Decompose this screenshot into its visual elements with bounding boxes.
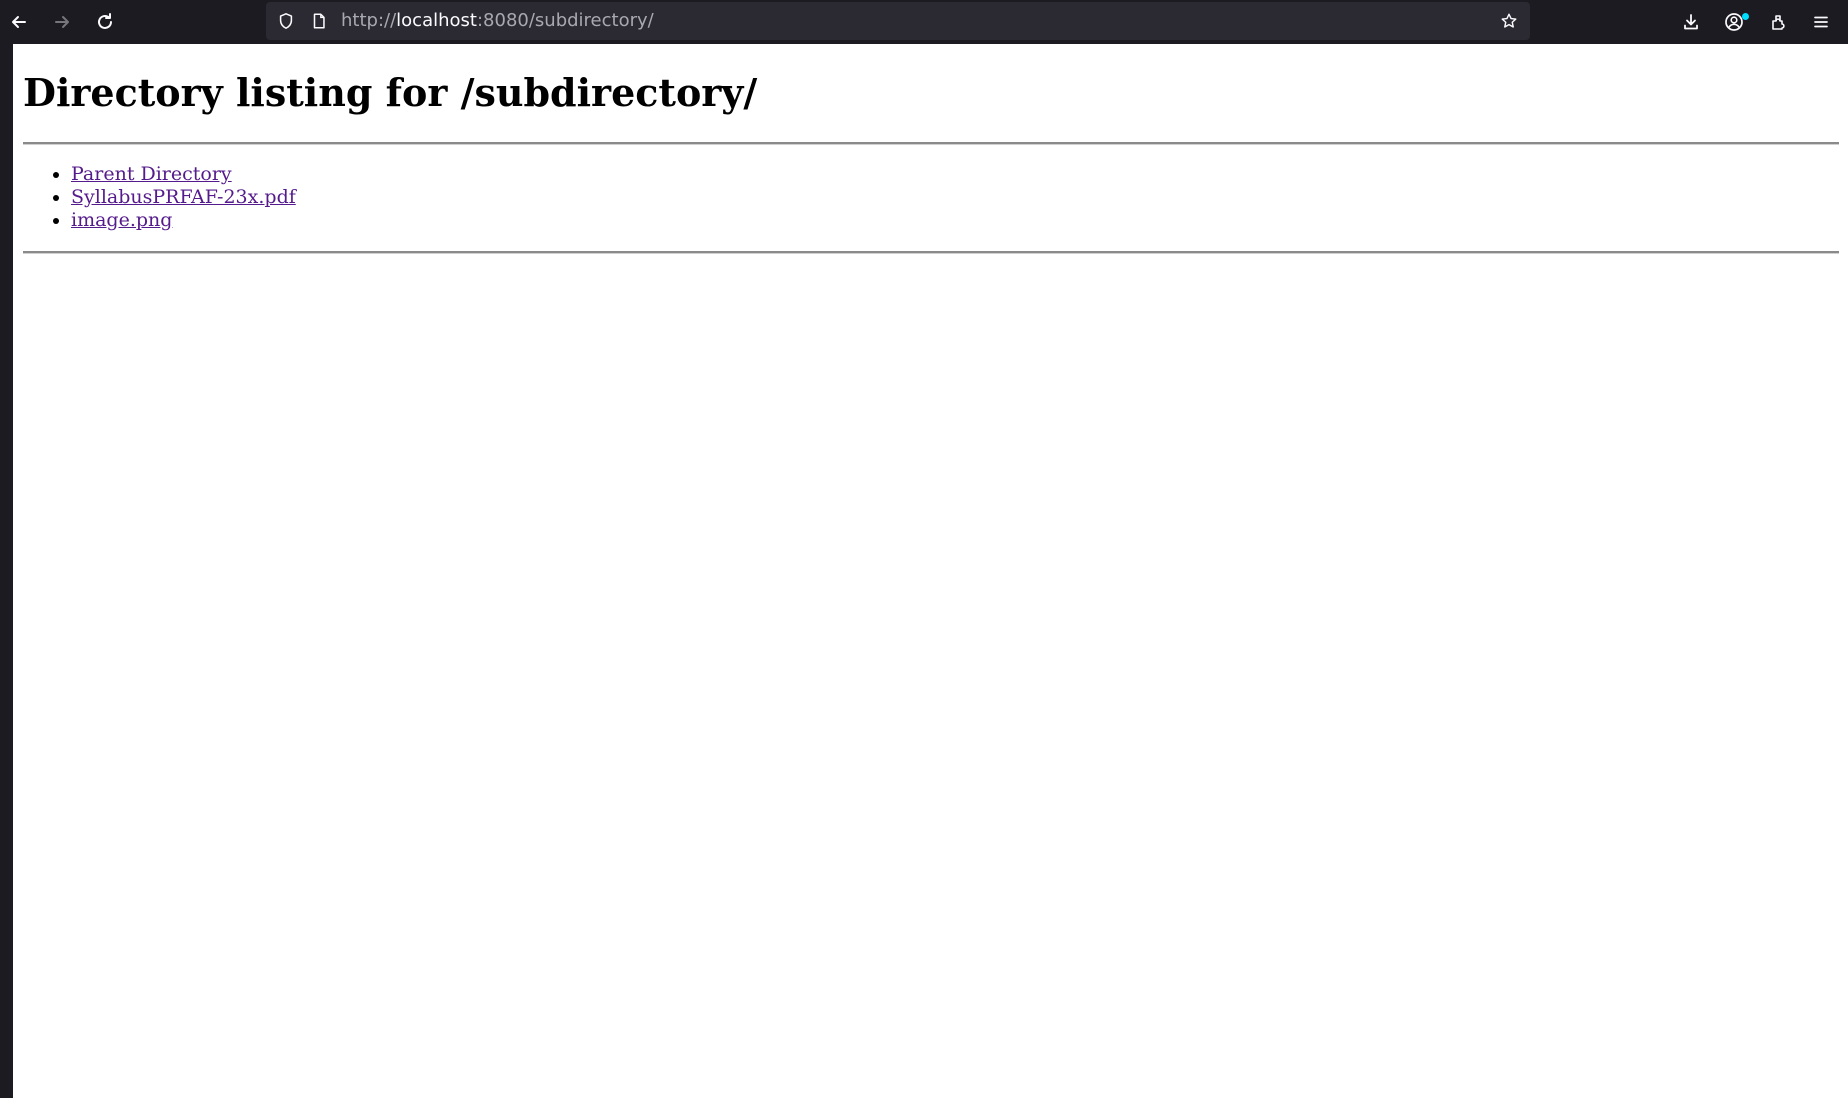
arrow-right-icon	[55, 16, 69, 28]
notification-dot	[1742, 13, 1749, 20]
tracking-protection-button[interactable]	[276, 11, 296, 31]
hamburger-menu-icon	[1814, 16, 1828, 28]
extensions-button[interactable]	[1761, 5, 1795, 39]
page-title: Directory listing for /subdirectory/	[23, 70, 758, 115]
url-text[interactable]: http://localhost:8080/subdirectory/	[341, 11, 654, 31]
account-icon	[1725, 13, 1743, 31]
browser-toolbar: http://localhost:8080/subdirectory/	[0, 0, 1848, 44]
puzzle-icon	[1772, 15, 1785, 30]
list-item: Parent Directory	[71, 163, 296, 186]
menu-button[interactable]	[1804, 5, 1838, 39]
page-icon	[313, 13, 325, 29]
download-icon	[1684, 14, 1698, 30]
divider-top	[23, 142, 1839, 145]
link-file-png[interactable]: image.png	[71, 209, 172, 231]
shield-icon	[279, 13, 293, 29]
forward-button[interactable]	[45, 5, 79, 39]
reload-icon	[98, 13, 112, 29]
star-icon	[1501, 13, 1517, 28]
file-list: Parent Directory SyllabusPRFAF-23x.pdf i…	[23, 163, 296, 232]
url-bar[interactable]: http://localhost:8080/subdirectory/	[266, 2, 1530, 40]
url-scheme: http://	[341, 10, 397, 31]
page-info-button[interactable]	[309, 11, 329, 31]
page-content: Directory listing for /subdirectory/ Par…	[13, 44, 1848, 1098]
back-button[interactable]	[2, 5, 36, 39]
account-button[interactable]	[1717, 5, 1751, 39]
list-item: SyllabusPRFAF-23x.pdf	[71, 186, 296, 209]
url-path: :8080/subdirectory/	[476, 10, 654, 31]
downloads-button[interactable]	[1674, 5, 1708, 39]
bookmark-button[interactable]	[1499, 11, 1519, 31]
url-host: localhost	[396, 10, 477, 31]
list-item: image.png	[71, 209, 296, 232]
arrow-left-icon	[12, 16, 26, 28]
link-file-pdf[interactable]: SyllabusPRFAF-23x.pdf	[71, 186, 296, 208]
link-parent-directory[interactable]: Parent Directory	[71, 163, 232, 185]
divider-bottom	[23, 251, 1839, 254]
reload-button[interactable]	[88, 5, 122, 39]
